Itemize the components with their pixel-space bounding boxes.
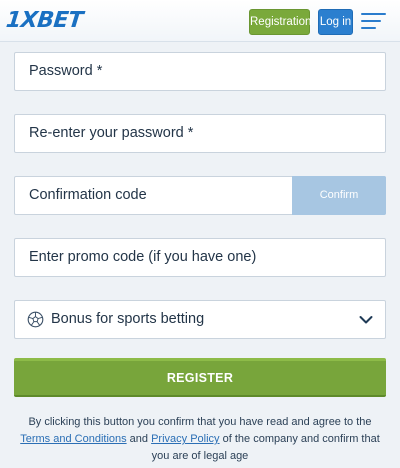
register-button[interactable]: REGISTER <box>14 358 386 397</box>
terms-text-1: By clicking this button you confirm that… <box>28 416 372 428</box>
confirmation-code-field[interactable]: Confirmation code Confirm <box>14 176 386 215</box>
bonus-select[interactable]: Bonus for sports betting <box>14 300 386 339</box>
terms-and-conditions-link[interactable]: Terms and Conditions <box>20 433 126 445</box>
confirmation-code-placeholder: Confirmation code <box>29 187 147 203</box>
chevron-down-icon[interactable] <box>359 315 373 325</box>
soccer-ball-icon <box>27 311 44 328</box>
password-field[interactable]: Password * <box>14 52 386 91</box>
reenter-password-placeholder: Re-enter your password * <box>29 125 194 141</box>
top-header: 1XBET Registration Log in <box>0 0 400 42</box>
brand-logo[interactable]: 1XBET <box>5 8 84 34</box>
login-button[interactable]: Log in <box>318 9 353 35</box>
terms-text-2: and <box>126 433 152 445</box>
confirm-button[interactable]: Confirm <box>292 176 386 215</box>
password-placeholder: Password * <box>29 63 103 79</box>
privacy-policy-link[interactable]: Privacy Policy <box>151 433 219 445</box>
promo-code-field[interactable]: Enter promo code (if you have one) <box>14 238 386 277</box>
bonus-selected-value: Bonus for sports betting <box>51 311 205 327</box>
promo-code-placeholder: Enter promo code (if you have one) <box>29 249 257 265</box>
terms-notice: By clicking this button you confirm that… <box>14 414 386 465</box>
registration-button[interactable]: Registration <box>249 9 311 35</box>
reenter-password-field[interactable]: Re-enter your password * <box>14 114 386 153</box>
hamburger-menu-icon[interactable] <box>361 13 386 31</box>
